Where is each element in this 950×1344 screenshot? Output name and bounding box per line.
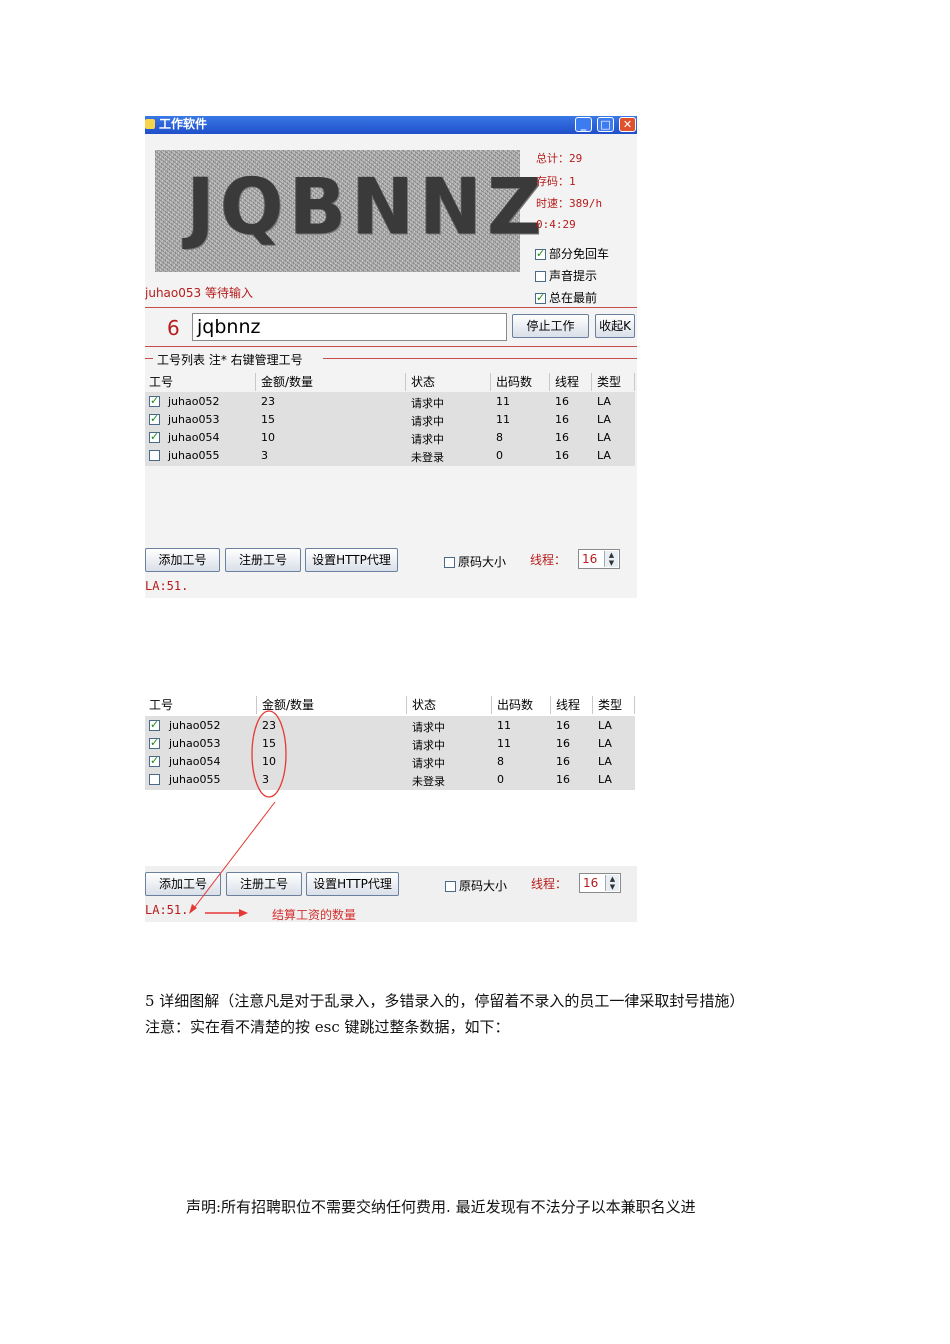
http-proxy-button[interactable]: 设置HTTP代理 — [305, 548, 398, 572]
window-title: 工作软件 — [159, 117, 208, 131]
annotation-overlay — [189, 710, 287, 917]
checkbox-icon[interactable] — [149, 450, 160, 461]
original-size-option[interactable]: 原码大小 — [444, 553, 506, 570]
checkbox-icon[interactable] — [535, 247, 546, 260]
checkbox-icon[interactable] — [149, 412, 160, 425]
checkbox-icon[interactable] — [535, 271, 546, 282]
option-always-on-top[interactable]: 总在最前 — [535, 289, 597, 306]
stats-panel: 总计：29 存码：1 时速：389/h 0:4:29 — [536, 150, 602, 240]
add-account-button[interactable]: 添加工号 — [145, 548, 220, 572]
col-header-type[interactable]: 类型 — [597, 373, 621, 390]
stat-elapsed: 0:4:29 — [536, 217, 576, 231]
captcha-answer-input[interactable]: jqbnnz — [192, 313, 507, 341]
table-row[interactable]: juhao054 10 请求中 8 16 LA — [145, 429, 635, 447]
col-header-codes[interactable]: 出码数 — [496, 373, 532, 390]
option-sound[interactable]: 声音提示 — [535, 267, 597, 284]
zoomed-table-pane: 工号 金额/数量 状态 出码数 线程 类型 juhao052 23 请求中 11… — [145, 696, 637, 922]
divider — [145, 307, 637, 308]
highlight-ellipse — [251, 710, 287, 798]
captcha-text: JQBNNZ — [187, 161, 548, 253]
divider — [145, 346, 637, 347]
status-bar: LA:51. — [145, 579, 189, 593]
table-row[interactable]: juhao052 23 请求中 11 16 LA — [145, 393, 635, 411]
checkbox-icon[interactable] — [149, 394, 160, 407]
app-window: 工作软件 _ □ ✕ JQBNNZ 总计：29 存码：1 时速：389/h 0:… — [145, 116, 637, 598]
instruction-line-2: 注意：实在看不清楚的按 esc 键跳过整条数据，如下： — [145, 1018, 510, 1036]
checkbox-icon[interactable] — [444, 557, 455, 568]
waiting-status: juhao053 等待输入 — [145, 286, 253, 300]
collapse-button[interactable]: 收起K — [595, 314, 635, 338]
threads-spinner[interactable]: 16 ▲ ▼ — [578, 549, 620, 569]
col-header-amount[interactable]: 金额/数量 — [261, 373, 313, 390]
table-row[interactable]: juhao055 3 未登录 0 16 LA — [145, 447, 635, 465]
account-table: 工号 金额/数量 状态 出码数 线程 类型 juhao052 23 请求中 11… — [145, 373, 637, 533]
title-bar[interactable]: 工作软件 _ □ ✕ — [145, 116, 637, 134]
close-icon[interactable]: ✕ — [619, 117, 636, 132]
threads-label: 线程： — [530, 553, 567, 567]
right-arrow-icon — [239, 909, 248, 917]
stop-work-button[interactable]: 停止工作 — [512, 314, 589, 338]
checkbox-icon[interactable] — [535, 291, 546, 304]
maximize-icon[interactable]: □ — [597, 117, 614, 132]
checkbox-icon[interactable] — [149, 430, 160, 443]
register-account-button[interactable]: 注册工号 — [225, 548, 301, 572]
captcha-image: JQBNNZ — [155, 150, 541, 272]
col-header-status[interactable]: 状态 — [411, 373, 435, 390]
account-list-group: 工号列表 注* 右键管理工号 — [145, 351, 637, 368]
table-row[interactable]: juhao053 15 请求中 11 16 LA — [145, 411, 635, 429]
col-header-threads[interactable]: 线程 — [555, 373, 579, 390]
group-label: 工号列表 注* 右键管理工号 — [155, 351, 305, 368]
stat-total: 总计：29 — [536, 152, 583, 165]
spinner-arrows-icon[interactable]: ▲ ▼ — [604, 551, 618, 567]
stat-stored: 存码：1 — [536, 174, 576, 188]
notice-text: 声明:所有招聘职位不需要交纳任何费用. 最近发现有不法分子以本兼职名义进 — [186, 1198, 696, 1216]
option-partial-no-enter[interactable]: 部分免回车 — [535, 245, 609, 262]
pending-count: 6 — [167, 316, 180, 340]
stat-rate: 时速：389/h — [536, 197, 603, 210]
pointer-line — [190, 801, 276, 913]
app-icon — [145, 119, 155, 129]
minimize-icon[interactable]: _ — [575, 117, 592, 132]
col-header-id[interactable]: 工号 — [149, 373, 173, 390]
instruction-line-1: 5 详细图解（注意凡是对于乱录入，多错录入的，停留着不录入的员工一律采取封号措施… — [145, 992, 745, 1010]
